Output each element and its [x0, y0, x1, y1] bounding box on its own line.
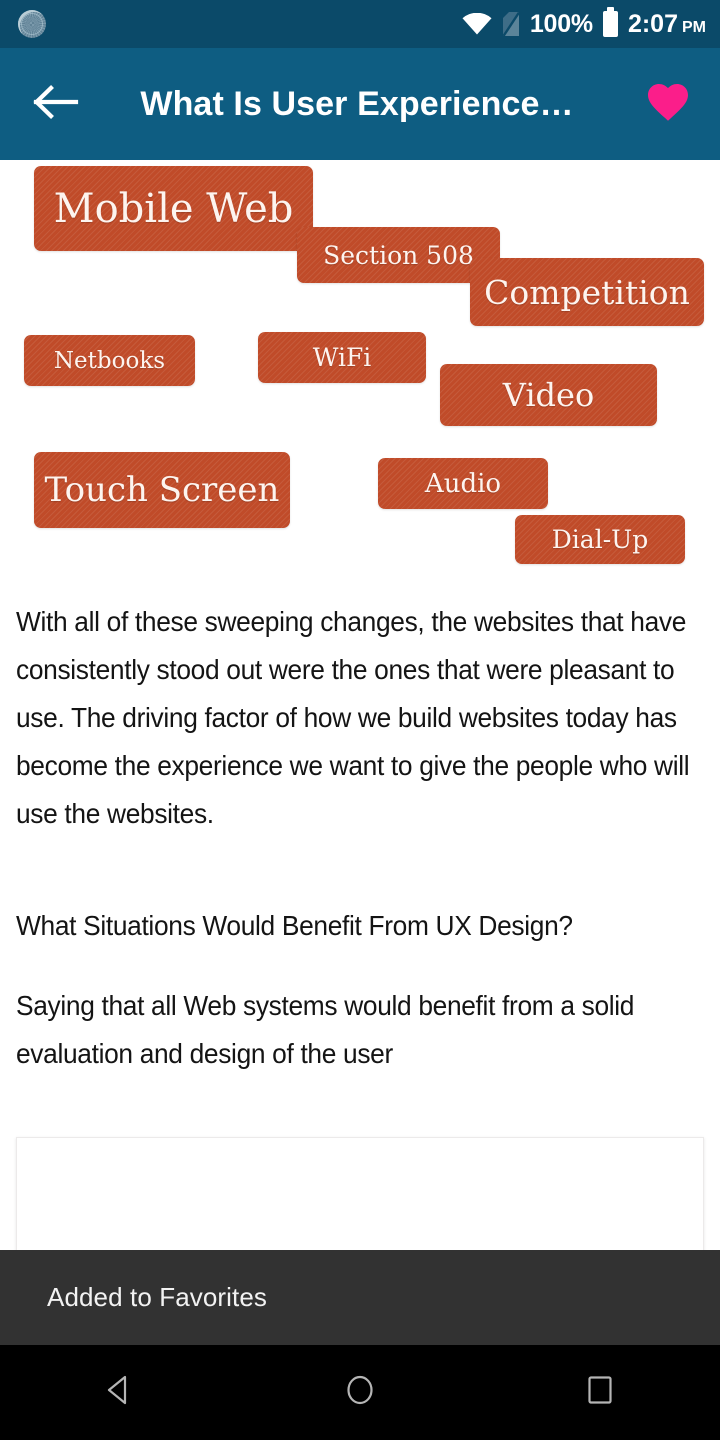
- advertisement-placeholder-card[interactable]: [16, 1137, 704, 1250]
- favorite-button[interactable]: [636, 72, 700, 136]
- article-image: Mobile Web Section 508 Competition Netbooks…: [0, 160, 720, 580]
- image-tag: Mobile Web: [34, 166, 313, 251]
- image-tag: Netbooks: [24, 335, 195, 386]
- image-tag: Dial-Up: [515, 515, 685, 564]
- image-tag: Competition: [470, 258, 704, 326]
- status-bar-left: [0, 10, 462, 38]
- battery-percent: 100%: [529, 9, 593, 38]
- article-content[interactable]: Mobile Web Section 508 Competition Netbooks…: [0, 160, 720, 1250]
- clock-meridiem: PM: [682, 18, 706, 36]
- article-body: With all of these sweeping changes, the …: [0, 580, 720, 1078]
- nav-recents-square-icon: [583, 1373, 617, 1412]
- arrow-back-icon: [33, 83, 79, 126]
- image-tag: Audio: [378, 458, 548, 509]
- nav-recents-button[interactable]: [540, 1345, 660, 1440]
- status-bar-right: 100% 2:07 PM: [462, 7, 720, 39]
- image-tag: Video: [440, 364, 657, 426]
- clock-time: 2:07: [627, 9, 678, 38]
- no-sim-icon: [502, 11, 520, 37]
- app-bar: What Is User Experience…: [0, 48, 720, 160]
- article-paragraph-2: Saying that all Web systems would benefi…: [16, 990, 635, 1069]
- snackbar: Added to Favorites: [0, 1250, 720, 1345]
- battery-full-icon: [602, 7, 618, 37]
- page-title: What Is User Experience…: [140, 84, 574, 123]
- article-paragraph-1: With all of these sweeping changes, the …: [16, 606, 690, 829]
- image-tag: WiFi: [258, 332, 426, 383]
- snackbar-message: Added to Favorites: [47, 1282, 268, 1312]
- system-navigation-bar: [0, 1345, 720, 1440]
- wifi-icon: [462, 13, 492, 35]
- status-bar: 100% 2:07 PM: [0, 0, 720, 48]
- nav-home-button[interactable]: [300, 1345, 420, 1440]
- article-heading-1: What Situations Would Benefit From UX De…: [16, 910, 573, 941]
- heart-filled-icon: [642, 78, 694, 131]
- sync-spinner-icon: [18, 10, 46, 38]
- nav-back-button[interactable]: [60, 1345, 180, 1440]
- status-bar-clock: 2:07 PM: [628, 10, 706, 39]
- back-button[interactable]: [28, 76, 84, 132]
- image-tag: Touch Screen: [34, 452, 290, 528]
- nav-home-circle-icon: [343, 1373, 377, 1412]
- nav-back-triangle-icon: [103, 1373, 137, 1412]
